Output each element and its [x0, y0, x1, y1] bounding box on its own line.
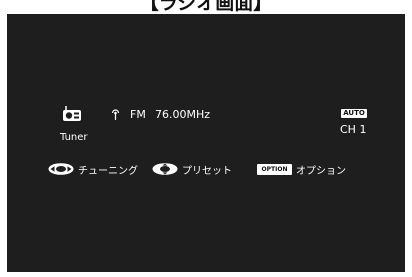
cursor-up-down-icon — [152, 163, 178, 175]
option-badge: OPTION — [257, 163, 292, 175]
source-label: Tuner — [60, 132, 88, 143]
guide-tuning: チューニング — [48, 162, 138, 177]
channel-text: CH 1 — [340, 123, 367, 136]
guide-option: OPTION オプション — [257, 162, 346, 177]
option-label: オプション — [296, 165, 346, 177]
page-title: 【ラジオ画面】 — [139, 0, 273, 14]
cursor-left-right-icon — [48, 163, 74, 175]
frequency-text: 76.00MHz — [155, 108, 211, 121]
preset-label: プリセット — [182, 165, 232, 177]
band-text: FM — [130, 108, 146, 121]
radio-tuner-icon — [63, 106, 81, 121]
antenna-signal-icon — [111, 109, 120, 120]
radio-screen: Tuner FM 76.00MHz AUTO CH 1 チューニング プリセット… — [7, 14, 405, 272]
auto-mode-badge: AUTO — [341, 109, 367, 118]
tuning-label: チューニング — [78, 165, 138, 177]
guide-preset: プリセット — [152, 162, 232, 177]
page: 【ラジオ画面】 Tuner FM 76.00MHz AUTO CH 1 チューニ… — [0, 0, 412, 277]
